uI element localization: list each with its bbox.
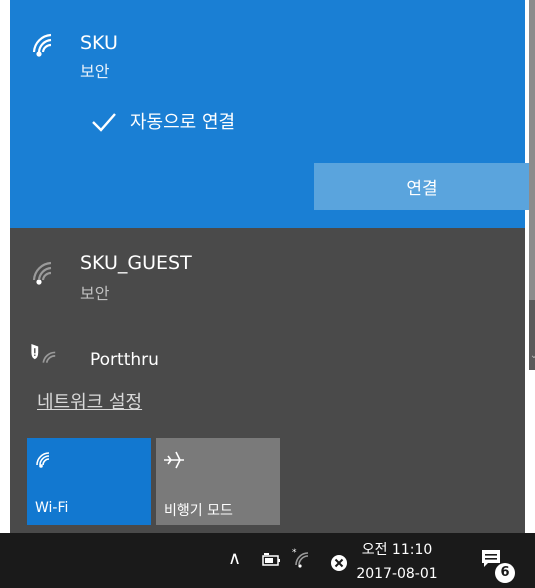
wifi-icon — [32, 261, 52, 285]
battery-icon[interactable] — [262, 552, 282, 568]
wifi-icon — [32, 33, 52, 57]
close-circle-icon[interactable] — [330, 554, 348, 572]
wifi-icon — [36, 452, 50, 468]
svg-text:*: * — [292, 548, 297, 558]
wifi-icon[interactable]: * — [292, 546, 316, 570]
airplane-mode-tile[interactable]: 비행기 모드 — [156, 438, 280, 525]
network-status: 보안 — [80, 284, 110, 303]
chevron-up-icon[interactable]: ∧ — [228, 548, 241, 569]
notification-badge: 6 — [495, 563, 515, 583]
auto-connect-label: 자동으로 연결 — [130, 112, 236, 133]
connect-button[interactable]: 연결 — [314, 163, 530, 210]
clock-date[interactable]: 2017-08-01 — [356, 566, 438, 582]
tile-label: Wi-Fi — [35, 500, 69, 516]
wifi-shield-icon — [31, 343, 56, 363]
network-name: SKU — [80, 32, 118, 54]
auto-connect-checkbox[interactable] — [90, 108, 118, 136]
wifi-toggle-tile[interactable]: Wi-Fi — [27, 438, 151, 525]
tile-label: 비행기 모드 — [164, 503, 233, 519]
airplane-icon — [164, 451, 184, 469]
network-settings-link[interactable]: 네트워크 설정 — [37, 388, 142, 414]
network-status: 보안 — [80, 62, 110, 81]
network-name: SKU_GUEST — [80, 252, 192, 274]
network-flyout: SKU 보안 자동으로 연결 연결 SKU_GUEST 보안 Portthru — [10, 0, 535, 533]
clock-time[interactable]: 오전 11:10 — [356, 539, 438, 559]
network-item-sku[interactable]: SKU 보안 자동으로 연결 연결 — [10, 0, 530, 228]
network-name: Portthru — [90, 350, 159, 370]
scroll-down-icon[interactable]: ⌄ — [529, 350, 535, 368]
scrollbar-thumb[interactable] — [529, 0, 535, 300]
